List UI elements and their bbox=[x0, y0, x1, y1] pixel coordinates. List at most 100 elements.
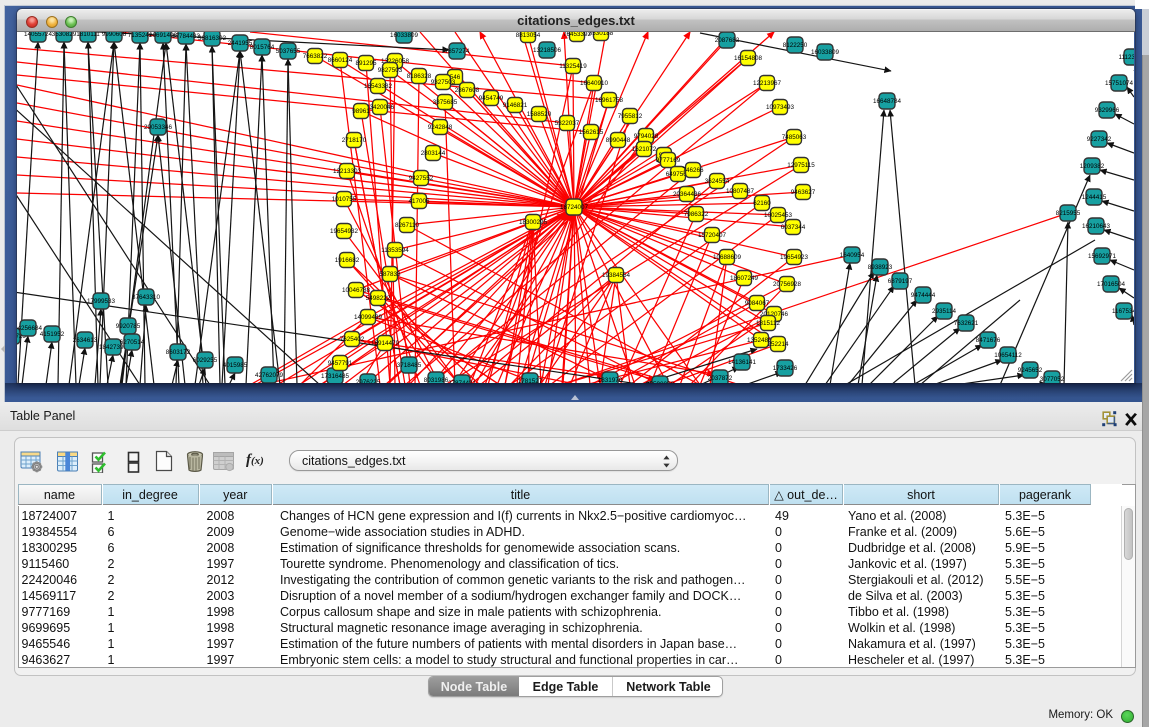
svg-text:16914479: 16914479 bbox=[371, 340, 400, 347]
svg-text:746266: 746266 bbox=[682, 167, 704, 174]
svg-text:7485063: 7485063 bbox=[782, 134, 807, 141]
svg-text:16033809: 16033809 bbox=[811, 49, 840, 56]
svg-text:1621072: 1621072 bbox=[632, 146, 657, 153]
svg-text:8015764: 8015764 bbox=[250, 44, 275, 51]
svg-text:9463627: 9463627 bbox=[791, 189, 816, 196]
svg-text:14136141: 14136141 bbox=[728, 359, 757, 366]
svg-text:5322037: 5322037 bbox=[555, 120, 580, 127]
svg-text:8530188: 8530188 bbox=[589, 32, 614, 37]
svg-text:8660124: 8660124 bbox=[328, 57, 353, 64]
svg-text:7625402: 7625402 bbox=[340, 336, 365, 343]
svg-text:2935114: 2935114 bbox=[932, 308, 957, 315]
svg-text:9227342: 9227342 bbox=[1087, 136, 1112, 143]
svg-text:14099489: 14099489 bbox=[354, 314, 383, 321]
svg-text:8267110: 8267110 bbox=[395, 222, 420, 229]
svg-text:1588520: 1588520 bbox=[527, 111, 552, 118]
svg-text:20756928: 20756928 bbox=[773, 281, 802, 288]
svg-text:19654932: 19654932 bbox=[330, 228, 359, 235]
svg-text:6270514: 6270514 bbox=[120, 339, 145, 346]
svg-text:20364436: 20364436 bbox=[673, 191, 702, 198]
svg-text:8122250: 8122250 bbox=[783, 42, 808, 49]
svg-text:17999533: 17999533 bbox=[87, 298, 116, 305]
svg-text:98961: 98961 bbox=[352, 108, 370, 115]
svg-text:8990448: 8990448 bbox=[606, 137, 631, 144]
svg-text:1244415: 1244415 bbox=[1082, 194, 1107, 201]
svg-text:3530829: 3530829 bbox=[52, 32, 77, 38]
svg-text:2718170: 2718170 bbox=[342, 137, 367, 144]
svg-text:10688609: 10688609 bbox=[713, 254, 742, 261]
svg-text:8938923: 8938923 bbox=[868, 264, 893, 271]
svg-text:19384554: 19384554 bbox=[602, 272, 631, 279]
svg-text:9242848: 9242848 bbox=[428, 124, 453, 131]
svg-text:16210643: 16210643 bbox=[1082, 223, 1111, 230]
svg-text:3875685: 3875685 bbox=[433, 99, 458, 106]
svg-text:1010755: 1010755 bbox=[332, 196, 357, 203]
svg-text:2634613: 2634613 bbox=[73, 337, 98, 344]
svg-text:11123416: 11123416 bbox=[1118, 54, 1134, 61]
svg-text:1167534: 1167534 bbox=[1112, 308, 1134, 315]
svg-text:4151952: 4151952 bbox=[40, 331, 65, 338]
svg-text:9990608: 9990608 bbox=[102, 32, 127, 38]
svg-text:9084067: 9084067 bbox=[745, 300, 770, 307]
svg-text:7857274: 7857274 bbox=[445, 48, 470, 55]
svg-text:417006: 417006 bbox=[408, 198, 430, 205]
svg-text:62160: 62160 bbox=[753, 200, 771, 207]
svg-text:11353594: 11353594 bbox=[381, 247, 409, 254]
svg-text:9920785: 9920785 bbox=[116, 323, 141, 330]
svg-text:2803144: 2803144 bbox=[421, 150, 446, 157]
svg-text:1815112: 1815112 bbox=[756, 320, 781, 327]
svg-text:18300295: 18300295 bbox=[519, 219, 548, 226]
svg-text:17016504: 17016504 bbox=[1097, 281, 1126, 288]
svg-text:9146821: 9146821 bbox=[503, 102, 528, 109]
svg-text:9245652: 9245652 bbox=[1018, 367, 1043, 374]
svg-text:9827503: 9827503 bbox=[378, 67, 403, 74]
svg-text:7955812: 7955812 bbox=[618, 113, 643, 120]
svg-text:7632621: 7632621 bbox=[954, 320, 979, 327]
svg-text:12975115: 12975115 bbox=[787, 162, 815, 169]
svg-text:2087682: 2087682 bbox=[715, 37, 740, 44]
svg-text:17316485: 17316485 bbox=[321, 373, 350, 380]
svg-text:34256684: 34256684 bbox=[17, 325, 42, 332]
svg-text:15692971: 15692971 bbox=[1088, 253, 1117, 260]
svg-text:16543382: 16543382 bbox=[364, 83, 393, 90]
svg-text:29053346: 29053346 bbox=[144, 124, 173, 131]
svg-text:9427552: 9427552 bbox=[409, 175, 434, 182]
svg-text:12213303: 12213303 bbox=[333, 168, 362, 175]
svg-text:1810111: 1810111 bbox=[76, 32, 100, 38]
svg-text:14055724: 14055724 bbox=[24, 32, 53, 38]
svg-text:10025453: 10025453 bbox=[764, 212, 793, 219]
svg-text:8186328: 8186328 bbox=[407, 73, 432, 80]
svg-text:16640910: 16640910 bbox=[580, 80, 609, 87]
svg-text:9474444: 9474444 bbox=[911, 292, 936, 299]
svg-text:10654112: 10654112 bbox=[994, 352, 1022, 359]
svg-text:11325419: 11325419 bbox=[559, 63, 587, 70]
svg-text:9457791: 9457791 bbox=[328, 360, 353, 367]
svg-text:1209382: 1209382 bbox=[1080, 163, 1105, 170]
svg-text:1916682: 1916682 bbox=[335, 257, 360, 264]
svg-text:76453392: 76453392 bbox=[563, 32, 592, 38]
svg-text:13218506: 13218506 bbox=[533, 47, 562, 54]
svg-text:1640954: 1640954 bbox=[840, 252, 865, 259]
svg-text:587833: 587833 bbox=[379, 271, 401, 278]
svg-text:3077052: 3077052 bbox=[1040, 376, 1065, 383]
svg-text:42762079: 42762079 bbox=[255, 372, 284, 379]
svg-text:3718485: 3718485 bbox=[397, 362, 422, 369]
svg-text:19654923: 19654923 bbox=[780, 254, 809, 261]
svg-text:252214: 252214 bbox=[767, 341, 789, 348]
svg-text:3624554: 3624554 bbox=[705, 178, 730, 185]
svg-text:18607249: 18607249 bbox=[730, 275, 759, 282]
svg-text:15720407: 15720407 bbox=[698, 232, 727, 239]
svg-text:8215955: 8215955 bbox=[1056, 210, 1081, 217]
svg-text:23420046: 23420046 bbox=[366, 104, 395, 111]
svg-text:1733426: 1733426 bbox=[773, 365, 798, 372]
svg-text:18724007: 18724007 bbox=[560, 204, 589, 211]
svg-text:891295: 891295 bbox=[355, 60, 377, 67]
svg-text:10807487: 10807487 bbox=[726, 188, 755, 195]
svg-text:16961758: 16961758 bbox=[595, 97, 624, 104]
svg-text:16033809: 16033809 bbox=[390, 32, 419, 39]
svg-text:9777169: 9777169 bbox=[656, 157, 681, 164]
svg-text:16154808: 16154808 bbox=[734, 55, 763, 62]
svg-text:6037344: 6037344 bbox=[781, 224, 806, 231]
svg-text:9794028: 9794028 bbox=[634, 133, 659, 140]
svg-text:9327503: 9327503 bbox=[431, 79, 456, 86]
